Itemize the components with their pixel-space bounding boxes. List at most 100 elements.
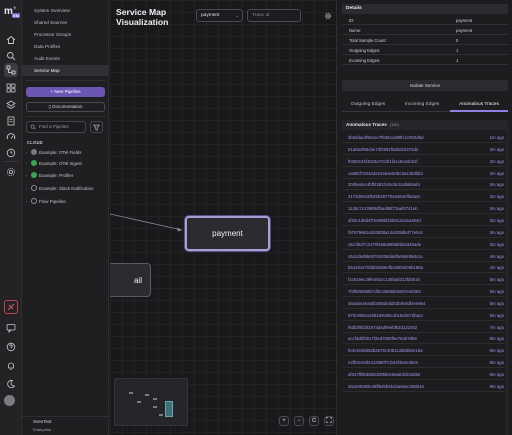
nav-item-data-profiles[interactable]: Data Profiles [22,41,109,52]
bell-icon[interactable] [5,360,17,372]
trace-time: 5m ago [489,312,504,318]
trace-id-link[interactable]: 45aab44ea8d0355d0dd43b9c8df4ee864 [348,298,425,309]
trace-id-link[interactable]: fe4c4648d82b2679c405113d8d82e16a [348,345,422,356]
trace-id-link[interactable]: 204bedec4bff4391fc26c5c51d6d6ad4 [348,179,420,190]
moon-icon[interactable] [5,378,17,390]
trace-id-link[interactable]: f1c619ec29fe492cc148ba8213fd4015 [348,274,420,285]
pipeline-item[interactable]: › Example: Slack Notification [26,184,108,194]
trace-row[interactable]: f6df2f9fd3f2674dad99ebf53d122402 7m ago [342,322,508,333]
zoom-in-button[interactable]: + [279,416,289,426]
home-icon[interactable] [5,34,17,46]
trace-row[interactable]: c6ccf5d7c2479f458a89b5bb0a34bade 3m ago [342,239,508,250]
trace-id-link[interactable]: 3a1945369c49ff84bb5b1ba0eec268616 [348,381,424,392]
help-icon[interactable] [5,341,17,353]
trace-row[interactable]: 204bedec4bff4391fc26c5c51d6d6ad4 2m ago [342,179,508,191]
nav-item-service-map[interactable]: Service Map [22,65,109,76]
trace-row[interactable]: c5a1d6d9565762039da5f5e58489dcca 4m ago [342,251,508,262]
tab-incoming-edges[interactable]: Incoming Edges [396,97,448,112]
nav-item-processor-groups[interactable]: Processor Groups [22,29,109,40]
nav-item-audit-events[interactable]: Audit Events [22,53,109,64]
trace-id-link[interactable]: b543342783bb5656efbc8d03409b186a [348,262,423,273]
trace-id-link[interactable]: f97679961a263538a14a2058bd77e54c [348,227,423,238]
cloud-section-label: CLOUD [27,140,43,145]
filter-button[interactable] [90,121,103,133]
alert-icon[interactable] [4,300,18,314]
clock-icon[interactable] [5,147,17,159]
settings-icon[interactable] [5,166,17,178]
pipeline-item[interactable]: › Flow Pipeline [26,197,108,207]
new-pipeline-button[interactable]: + New Pipeline [26,87,105,97]
trace-row[interactable]: 970c905a1468159c99c4b16eb07dbacc 5m ago [342,310,508,321]
service-node-payment[interactable]: payment [185,216,270,251]
pipeline-search-input[interactable]: Find a Pipeline [26,121,86,133]
reset-view-button[interactable] [309,416,319,426]
trace-time: 4m ago [489,253,504,259]
user-profile[interactable]: SvenTest Enterprise [4,395,109,435]
zoom-out-button[interactable]: − [294,416,304,426]
trace-row[interactable]: 1135c7c139894fbad88f73aaf2741eb 2m ago [342,203,508,215]
trace-row[interactable]: 2172d6643f532b4977bea364effa6a4c 2m ago [342,191,508,203]
isolate-service-button[interactable]: Isolate Service [342,80,508,91]
trace-id-link[interactable]: 970c905a1468159c99c4b16eb07dbacc [348,310,423,321]
trace-row[interactable]: ca88bf7204ed224464e60bc3a12bdbb3 2m ago [342,168,508,179]
minimap-viewport[interactable] [165,401,173,417]
trace-time: 4m ago [489,265,504,271]
trace-row[interactable]: 7f4f508508b7df2c3588d01667ee8363 5m ago [342,286,508,298]
search-icon[interactable] [5,50,17,62]
trace-id-link[interactable]: f0293c24f4024a72c3f1fa1c5e2dc51f [348,156,418,167]
trace-id-link[interactable]: c6ccf5d7c2479f458a89b5bb0a34bade [348,239,421,250]
trace-id-link[interactable]: 7f4f508508b7df2c3588d01667ee8363 [348,286,421,297]
minimap[interactable] [114,378,188,426]
pipeline-item[interactable]: › Example: OTel Fields [26,148,108,158]
trace-row[interactable]: 45aab44ea8d0355d0dd43b9c8df4ee864 5m ago [342,298,508,309]
trace-id-link[interactable]: af347ff8b3682d29bb6c65a0dcb34d92 [348,369,420,380]
avatar[interactable] [4,395,15,406]
trace-row[interactable]: 3a1945369c49ff84bb5b1ba0eec268616 9m ago [342,381,508,392]
trace-row[interactable]: f97679961a263538a14a2058bd77e54c 3m ago [342,227,508,238]
trace-id-link[interactable]: db5afaa4f96cee7f6361cd88fc1c902d6d [348,132,424,143]
trace-row[interactable]: f0293c24f4024a72c3f1fa1c5e2dc51f 2m ago [342,156,508,167]
trace-id-link[interactable]: 1135c7c139894fbad88f73aaf2741eb [348,203,418,214]
document-icon[interactable] [5,115,17,127]
chat-icon[interactable] [5,322,17,334]
app-logo[interactable]: m + EM [4,4,20,19]
trace-row[interactable]: af347ff8b3682d29bb6c65a0dcb34d92 8m ago [342,369,508,380]
trace-id-link[interactable]: c5a1d6d9565762039da5f5e58489dcca [348,251,423,262]
trace-row[interactable]: db5afaa4f96cee7f6361cd88fc1c902d6d 1m ago [342,132,508,143]
nav-item-shared-sources[interactable]: Shared Sources [22,17,109,28]
tab-anomalous-traces[interactable]: Anomalous Traces [450,97,508,112]
pipeline-item[interactable]: › Example: OTel Ingest [26,159,108,169]
layers-icon[interactable] [5,99,17,111]
trace-id-link[interactable]: 2172d6643f532b4977bea364effa6a4c [348,191,421,202]
documentation-button[interactable]: ▯ Documentation [26,102,105,112]
trace-row[interactable]: 81a0a4f66cbe73f2691f0a0d16372d2 2m ago [342,144,508,155]
nav-item-system-overview[interactable]: System Overview [22,5,109,16]
trace-id-link[interactable]: 81a0a4f66cbe73f2691f0a0d16372d2 [348,144,418,155]
trace-id-link[interactable]: df25c1d6d4f7e598bf2bb812a15a384d [348,215,421,226]
trace-list-scrollbar[interactable] [506,122,509,435]
trace-row[interactable]: df25c1d6d4f7e598bf2bb812a15a384d 3m ago [342,215,508,226]
grid-icon[interactable] [5,82,17,94]
tab-outgoing-edges[interactable]: Outgoing Edges [342,97,394,112]
trace-row[interactable]: e2fb3ce0d4412580f7cb42f464e39ee 8m ago [342,357,508,369]
trace-row[interactable]: f1c619ec29fe492cc148ba8213fd4015 5m ago [342,274,508,286]
gauge-icon[interactable] [5,131,17,143]
pipeline-item[interactable]: › Example: Profiler [26,171,108,181]
trace-id-link[interactable]: e2fb3ce0d4412580f7cb42f464e39ee [348,357,418,368]
trace-id-link[interactable]: f6df2f9fd3f2674dad99ebf53d122402 [348,322,417,333]
trace-row[interactable]: b543342783bb5656efbc8d03409b186a 4m ago [342,262,508,274]
fit-view-button[interactable] [324,416,334,426]
pipeline-label: Example: Profiler [39,173,74,178]
search-icon [30,124,36,130]
service-node-email[interactable]: ail [110,263,151,297]
service-map-canvas[interactable]: Service Map Visualization payment ⌄ Trac… [110,0,337,435]
pipelines-icon[interactable] [4,63,18,77]
documentation-label: Documentation [52,104,83,109]
trace-row[interactable]: accf3d0f3917f2ed7550f5e764578b8 8m ago [342,333,508,345]
trace-row[interactable]: fe4c4648d82b2679c405113d8d82e16a 8m ago [342,345,508,357]
new-pipeline-label: New Pipeline [54,89,81,94]
side-nav: System Overview Shared Sources Processor… [22,0,109,435]
details-key: Outgoing Edges: [349,48,381,53]
trace-id-link[interactable]: ca88bf7204ed224464e60bc3a12bdbb3 [348,168,423,179]
trace-id-link[interactable]: accf3d0f3917f2ed7550f5e764578b8 [348,333,417,344]
